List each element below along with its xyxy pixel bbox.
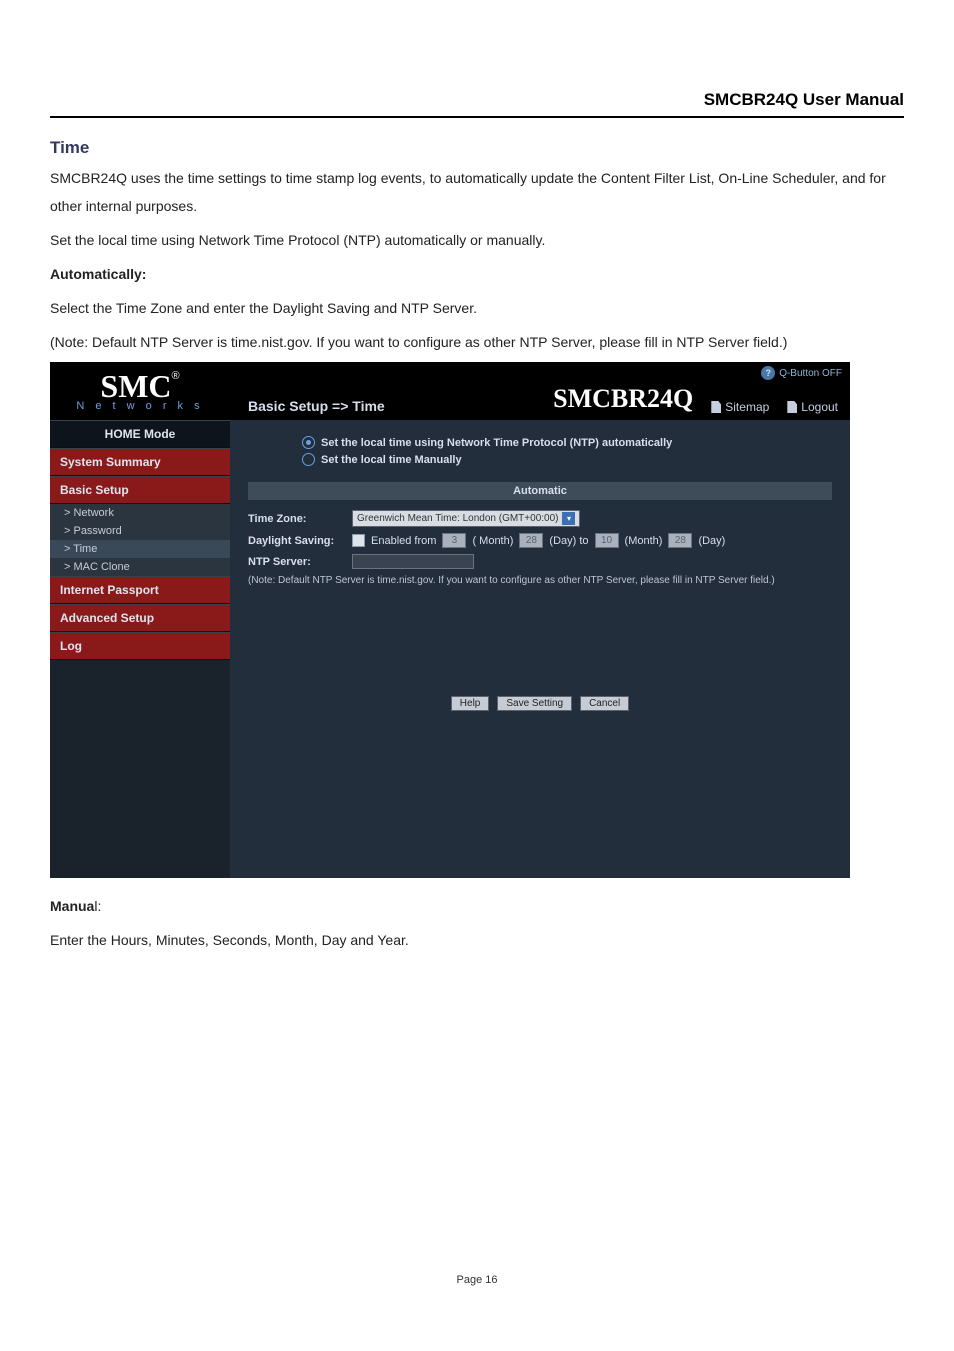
- content-pane: Set the local time using Network Time Pr…: [230, 420, 850, 878]
- doc-icon: [711, 401, 721, 413]
- ds-to-month[interactable]: 10: [595, 533, 619, 548]
- q-button-status[interactable]: ? Q-Button OFF: [761, 366, 842, 380]
- sidebar-sub-password[interactable]: > Password: [50, 522, 230, 540]
- radio-auto-label: Set the local time using Network Time Pr…: [321, 437, 672, 449]
- tz-select[interactable]: Greenwich Mean Time: London (GMT+00:00) …: [352, 510, 580, 527]
- radio-auto[interactable]: [302, 436, 315, 449]
- body-paragraph: Select the Time Zone and enter the Dayli…: [50, 294, 904, 322]
- router-ui: SMC® N e t w o r k s ? Q-Button OFF Basi…: [50, 362, 850, 878]
- ds-day-label: (Day) to: [549, 535, 588, 547]
- section-bar: Automatic: [248, 482, 832, 500]
- help-button[interactable]: Help: [451, 696, 490, 711]
- sidebar-item-advanced[interactable]: Advanced Setup: [50, 604, 230, 632]
- body-paragraph: Set the local time using Network Time Pr…: [50, 226, 904, 254]
- model-name: SMCBR24Q: [553, 384, 693, 414]
- sidebar-item-home[interactable]: HOME Mode: [50, 420, 230, 448]
- chevron-down-icon: ▾: [562, 512, 575, 525]
- banner: ? Q-Button OFF Basic Setup => Time SMCBR…: [230, 362, 850, 420]
- sidebar-item-log[interactable]: Log: [50, 632, 230, 660]
- body-paragraph: SMCBR24Q uses the time settings to time …: [50, 164, 904, 220]
- ds-label: Daylight Saving:: [248, 535, 346, 547]
- ntp-note: (Note: Default NTP Server is time.nist.g…: [248, 575, 832, 586]
- body-paragraph: (Note: Default NTP Server is time.nist.g…: [50, 328, 904, 356]
- save-button[interactable]: Save Setting: [497, 696, 572, 711]
- sidebar-item-basic[interactable]: Basic Setup: [50, 476, 230, 504]
- q-button-label: Q-Button OFF: [779, 368, 842, 379]
- auto-subheading: Automatically:: [50, 260, 904, 288]
- ds-checkbox[interactable]: [352, 534, 365, 547]
- ds-day-label2: (Day): [698, 535, 725, 547]
- manual-subheading: Manual:: [50, 892, 904, 920]
- ds-from-month[interactable]: 3: [442, 533, 466, 548]
- sitemap-link[interactable]: Sitemap: [711, 400, 769, 414]
- ds-from-day[interactable]: 28: [519, 533, 543, 548]
- tz-value: Greenwich Mean Time: London (GMT+00:00): [357, 513, 558, 524]
- ds-enabled-label: Enabled from: [371, 535, 436, 547]
- logo-subtext: N e t w o r k s: [50, 400, 230, 412]
- tz-label: Time Zone:: [248, 513, 346, 525]
- sidebar-sub-time[interactable]: > Time: [50, 540, 230, 558]
- sidebar-sub-network[interactable]: > Network: [50, 504, 230, 522]
- sidebar-item-passport[interactable]: Internet Passport: [50, 576, 230, 604]
- sidebar-item-summary[interactable]: System Summary: [50, 448, 230, 476]
- q-button-icon: ?: [761, 366, 775, 380]
- breadcrumb: Basic Setup => Time: [248, 398, 385, 414]
- ntp-label: NTP Server:: [248, 556, 346, 568]
- cancel-button[interactable]: Cancel: [580, 696, 629, 711]
- section-heading: Time: [50, 138, 904, 158]
- radio-manual[interactable]: [302, 453, 315, 466]
- logo-text: SMC: [100, 368, 171, 404]
- ds-month-label: ( Month): [472, 535, 513, 547]
- doc-header: SMCBR24Q User Manual: [50, 90, 904, 118]
- sidebar: HOME Mode System Summary Basic Setup > N…: [50, 420, 230, 878]
- ds-month-label2: (Month): [625, 535, 663, 547]
- ds-to-day[interactable]: 28: [668, 533, 692, 548]
- logo-reg: ®: [172, 370, 180, 382]
- sidebar-sub-mac[interactable]: > MAC Clone: [50, 558, 230, 576]
- radio-manual-label: Set the local time Manually: [321, 454, 462, 466]
- ntp-input[interactable]: [352, 554, 474, 569]
- doc-icon: [787, 401, 797, 413]
- logo: SMC® N e t w o r k s: [50, 362, 230, 420]
- logout-link[interactable]: Logout: [787, 400, 838, 414]
- page-number: Page 16: [50, 1274, 904, 1286]
- body-paragraph: Enter the Hours, Minutes, Seconds, Month…: [50, 926, 904, 954]
